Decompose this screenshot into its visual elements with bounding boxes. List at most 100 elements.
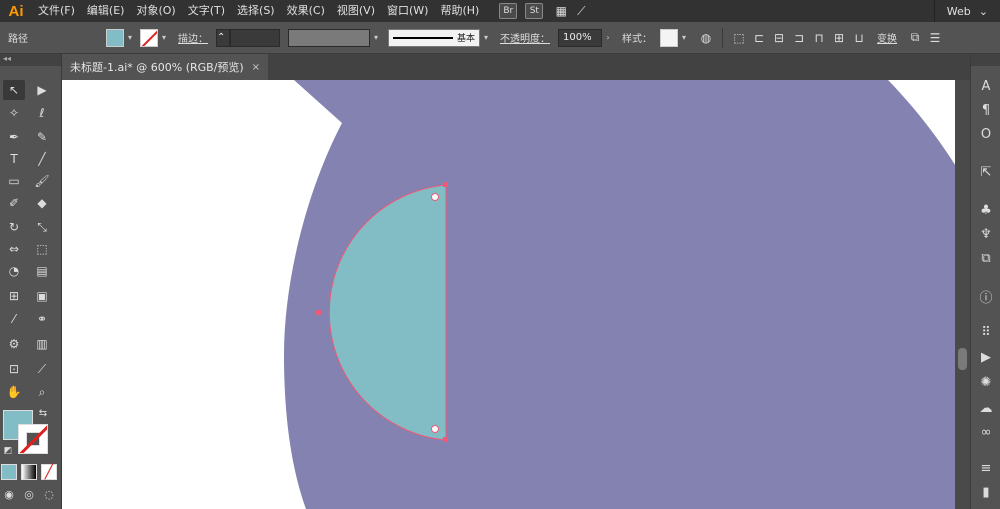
opentype-panel-icon[interactable]: O [975, 124, 997, 144]
anchor-point-bottom[interactable] [443, 437, 448, 442]
stock-button[interactable]: St [525, 3, 544, 19]
blend-tool-icon[interactable]: ⚭ [31, 309, 53, 329]
opacity-arrow-icon[interactable]: › [602, 29, 614, 47]
menu-effect[interactable]: 效果(C) [281, 0, 331, 22]
links-panel-icon[interactable]: ∞ [975, 422, 997, 442]
transform-panel-icon[interactable]: ⠿ [975, 322, 997, 342]
stroke-swatch[interactable] [140, 28, 158, 47]
swap-fill-stroke-icon[interactable]: ⇆ [36, 406, 50, 420]
direct-selection-tool-icon[interactable]: ▶ [31, 80, 53, 100]
document-tab[interactable]: 未标题-1.ai* @ 600% (RGB/预览) × [62, 54, 268, 80]
paintbrush-tool-icon[interactable]: 🖌 [31, 171, 53, 191]
rotate-tool-icon[interactable]: ↻ [3, 217, 25, 237]
type-tool-icon[interactable]: T [3, 149, 25, 169]
align-middle-icon[interactable]: ⊞ [829, 28, 849, 48]
character-panel-icon[interactable]: A [975, 76, 997, 96]
selection-tool-icon[interactable]: ↖ [3, 80, 25, 100]
live-corner-widget-top[interactable] [431, 193, 439, 201]
appearance-panel-icon[interactable]: ✺ [975, 372, 997, 392]
close-icon[interactable]: × [252, 62, 260, 73]
column-graph-tool-icon[interactable]: ▥ [31, 334, 53, 354]
align-left-icon[interactable]: ⊏ [749, 28, 769, 48]
asset-export-icon[interactable]: ⧉ [975, 248, 997, 268]
gradient-tool-icon[interactable]: ▣ [31, 286, 53, 306]
vertical-scrollbar[interactable] [955, 80, 970, 509]
more-options-icon[interactable]: ☰ [925, 28, 945, 48]
isolate-icon[interactable]: ⧉ [905, 28, 925, 48]
mesh-tool-icon[interactable]: ⊞ [3, 286, 25, 306]
menu-view[interactable]: 视图(V) [331, 0, 381, 22]
variable-width-profile[interactable] [288, 28, 370, 47]
menu-type[interactable]: 文字(T) [182, 0, 231, 22]
profile-dropdown-icon[interactable]: ▾ [370, 29, 382, 47]
slice-tool-icon[interactable]: ⟋ [31, 359, 53, 379]
gradient-panel-icon[interactable]: ▮ [975, 482, 997, 502]
recolor-artwork-icon[interactable]: ◍ [696, 28, 716, 48]
menu-window[interactable]: 窗口(W) [381, 0, 434, 22]
export-panel-icon[interactable]: ⇱ [975, 162, 997, 182]
transform-link[interactable]: 变换 [869, 30, 905, 45]
libraries-panel-icon[interactable]: ☁ [975, 398, 997, 418]
color-mode-icon[interactable] [1, 464, 17, 480]
actions-panel-icon[interactable]: ▶ [975, 347, 997, 367]
stroke-dropdown-icon[interactable]: ▾ [158, 29, 170, 47]
brush-definition[interactable]: 基本 [388, 28, 480, 47]
rectangle-tool-icon[interactable]: ▭ [3, 171, 25, 191]
free-transform-tool-icon[interactable]: ⬚ [31, 239, 53, 259]
symbols-panel-icon[interactable]: ♣ [975, 200, 997, 220]
fill-dropdown-icon[interactable]: ▾ [124, 29, 136, 47]
menu-help[interactable]: 帮助(H) [434, 0, 485, 22]
stroke-weight-input[interactable] [230, 28, 280, 47]
brushes-panel-icon[interactable]: ♆ [975, 224, 997, 244]
opacity-input[interactable]: 100% [558, 28, 602, 47]
stroke-weight-stepper[interactable]: ⌃ [216, 28, 230, 47]
fill-swatch[interactable] [106, 28, 124, 47]
width-tool-icon[interactable]: ⇔ [3, 239, 25, 259]
hand-tool-icon[interactable]: ✋ [3, 382, 25, 402]
anchor-point-top[interactable] [443, 182, 448, 187]
canvas[interactable] [62, 80, 970, 509]
gpu-performance-icon[interactable]: ⟋ [571, 1, 591, 21]
default-fill-stroke-icon[interactable]: ◩ [1, 444, 15, 458]
style-dropdown-icon[interactable]: ▾ [678, 29, 690, 47]
align-top-icon[interactable]: ⊓ [809, 28, 829, 48]
paragraph-panel-icon[interactable]: ¶ [975, 100, 997, 120]
align-bottom-icon[interactable]: ⊔ [849, 28, 869, 48]
bridge-button[interactable]: Br [499, 3, 518, 19]
zoom-tool-icon[interactable]: ⌕ [31, 382, 53, 402]
stroke-color-swatch[interactable] [18, 424, 48, 454]
anchor-point-left[interactable] [316, 310, 321, 315]
panel-grip[interactable]: ◂◂ [0, 54, 61, 66]
none-mode-icon[interactable]: ╱ [41, 464, 57, 480]
workspace-switcher[interactable]: Web ⌄ [933, 0, 1000, 22]
scroll-thumb[interactable] [958, 348, 967, 370]
menu-edit[interactable]: 编辑(E) [81, 0, 131, 22]
perspective-grid-tool-icon[interactable]: ▤ [31, 261, 53, 281]
draw-behind-icon[interactable]: ◎ [21, 486, 37, 502]
lasso-tool-icon[interactable]: ℓ [31, 103, 53, 123]
menu-object[interactable]: 对象(O) [130, 0, 181, 22]
draw-normal-icon[interactable]: ◉ [1, 486, 17, 502]
brush-dropdown-icon[interactable]: ▾ [480, 29, 492, 47]
draw-inside-icon[interactable]: ◌ [41, 486, 57, 502]
align-center-icon[interactable]: ⊟ [769, 28, 789, 48]
arrange-documents-icon[interactable]: ▦ [551, 1, 571, 21]
align-panel-icon[interactable]: ≡ [975, 458, 997, 478]
line-tool-icon[interactable]: ╱ [31, 149, 53, 169]
magic-wand-tool-icon[interactable]: ✧ [3, 103, 25, 123]
shape-builder-tool-icon[interactable]: ◔ [3, 261, 25, 281]
menu-select[interactable]: 选择(S) [231, 0, 281, 22]
eraser-tool-icon[interactable]: ◆ [31, 193, 53, 213]
pen-tool-icon[interactable]: ✒ [3, 127, 25, 147]
symbol-sprayer-tool-icon[interactable]: ⚙ [3, 334, 25, 354]
gradient-mode-icon[interactable] [21, 464, 37, 480]
artboard-tool-icon[interactable]: ⊡ [3, 359, 25, 379]
info-panel-icon[interactable]: ⓘ [975, 286, 997, 306]
align-right-icon[interactable]: ⊐ [789, 28, 809, 48]
curvature-tool-icon[interactable]: ✎ [31, 127, 53, 147]
graphic-style-swatch[interactable] [660, 28, 678, 47]
menu-file[interactable]: 文件(F) [32, 0, 81, 22]
panel-grip[interactable] [971, 54, 1000, 66]
live-corner-widget-bottom[interactable] [431, 425, 439, 433]
eyedropper-tool-icon[interactable]: ⁄ [3, 309, 25, 329]
